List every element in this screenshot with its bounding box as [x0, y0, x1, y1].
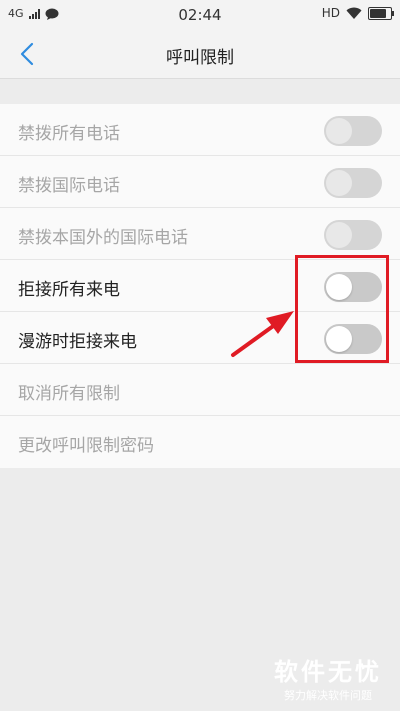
watermark-title: 软件无忧: [274, 658, 382, 686]
hd-label: HD: [321, 6, 340, 20]
page-title: 呼叫限制: [166, 48, 234, 68]
status-right: HD: [321, 6, 394, 20]
watermark-subtitle: 努力解决软件问题: [284, 689, 372, 702]
setting-label: 禁拨本国外的国际电话: [18, 228, 188, 248]
setting-change-password[interactable]: 更改呼叫限制密码: [0, 416, 400, 468]
setting-bar-international-except-home[interactable]: 禁拨本国外的国际电话: [0, 208, 400, 260]
setting-label: 禁拨所有电话: [18, 124, 120, 144]
bar-international-toggle[interactable]: [324, 168, 382, 198]
toggle-knob: [326, 222, 352, 248]
status-bar: 4G 02:44 HD: [0, 0, 400, 30]
setting-bar-all-outgoing[interactable]: 禁拨所有电话: [0, 104, 400, 156]
setting-cancel-all-restrictions[interactable]: 取消所有限制: [0, 364, 400, 416]
header: 呼叫限制: [0, 30, 400, 79]
setting-label: 拒接所有来电: [18, 280, 120, 300]
battery-level: [370, 8, 386, 18]
setting-label: 取消所有限制: [18, 384, 120, 404]
setting-label: 禁拨国际电话: [18, 176, 120, 196]
toggle-knob: [326, 170, 352, 196]
battery-icon: [368, 6, 394, 20]
bar-international-except-home-toggle[interactable]: [324, 220, 382, 250]
setting-bar-international[interactable]: 禁拨国际电话: [0, 156, 400, 208]
watermark: 软件无忧 努力解决软件问题: [274, 652, 382, 703]
annotation-highlight-box: [295, 255, 389, 363]
setting-label: 漫游时拒接来电: [18, 332, 137, 352]
wifi-icon: [346, 7, 362, 19]
bar-all-outgoing-toggle[interactable]: [324, 116, 382, 146]
setting-label: 更改呼叫限制密码: [18, 436, 154, 456]
toggle-knob: [326, 118, 352, 144]
